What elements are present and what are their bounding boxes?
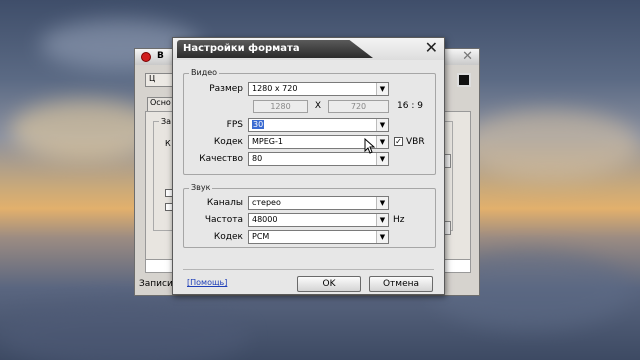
audio-codec-select[interactable]: PCM ▼ <box>248 230 389 244</box>
help-link[interactable]: [Помощь] <box>187 278 227 287</box>
quality-select[interactable]: 80 ▼ <box>248 152 389 166</box>
channels-label: Каналы <box>206 198 243 208</box>
size-value: 1280 x 720 <box>252 84 298 93</box>
channels-select[interactable]: стерео ▼ <box>248 196 389 210</box>
close-icon[interactable]: ✕ <box>425 39 438 57</box>
audio-group-label: Звук <box>189 183 213 192</box>
background-group-label: За <box>159 117 174 126</box>
height-field: 720 <box>328 100 389 113</box>
dialog-titlebar: Настройки формата ✕ <box>173 38 444 60</box>
cancel-button[interactable]: Отмена <box>369 276 433 292</box>
chevron-down-icon: ▼ <box>376 136 388 148</box>
audio-codec-value: PCM <box>252 232 270 241</box>
sky-cloud <box>460 110 640 180</box>
stop-icon[interactable] <box>457 73 471 87</box>
chevron-down-icon: ▼ <box>376 119 388 131</box>
vbr-checkbox[interactable]: ✓ <box>394 137 403 146</box>
frequency-label: Частота <box>204 215 243 225</box>
fps-label: FPS <box>226 120 243 130</box>
fps-select[interactable]: 30 ▼ <box>248 118 389 132</box>
chevron-down-icon: ▼ <box>376 197 388 209</box>
frequency-value: 48000 <box>252 215 278 224</box>
background-status-text: Записи <box>139 279 173 289</box>
mouse-pointer-icon <box>364 138 376 154</box>
background-window-title: B <box>157 51 164 61</box>
ok-button[interactable]: OK <box>297 276 361 292</box>
fps-value: 30 <box>252 120 265 129</box>
chevron-down-icon: ▼ <box>376 153 388 165</box>
aspect-ratio: 16 : 9 <box>397 101 423 111</box>
audio-codec-label: Кодек <box>213 232 243 242</box>
chevron-down-icon: ▼ <box>376 214 388 226</box>
chevron-down-icon: ▼ <box>376 83 388 95</box>
video-codec-value: MPEG-1 <box>252 137 283 146</box>
times-sign: X <box>314 101 322 111</box>
channels-value: стерео <box>252 198 281 207</box>
size-select[interactable]: 1280 x 720 ▼ <box>248 82 389 96</box>
footer-divider <box>183 269 434 270</box>
background-toolbar-button[interactable]: Ц <box>145 73 173 87</box>
quality-value: 80 <box>252 154 263 163</box>
sky-cloud <box>0 300 250 360</box>
video-group-label: Видео <box>189 68 220 77</box>
video-codec-label: Кодек <box>213 137 243 147</box>
dialog-title: Настройки формата <box>183 43 300 54</box>
frequency-unit: Hz <box>393 215 405 225</box>
app-record-icon <box>141 52 151 62</box>
quality-label: Качество <box>199 154 243 164</box>
size-label: Размер <box>209 84 243 94</box>
format-settings-dialog: Настройки формата ✕ Видео Размер 1280 x … <box>172 37 445 295</box>
chevron-down-icon: ▼ <box>376 231 388 243</box>
background-label: К <box>165 139 171 148</box>
close-icon[interactable]: ✕ <box>462 49 473 64</box>
vbr-label: VBR <box>406 137 425 147</box>
frequency-select[interactable]: 48000 ▼ <box>248 213 389 227</box>
width-field: 1280 <box>253 100 308 113</box>
